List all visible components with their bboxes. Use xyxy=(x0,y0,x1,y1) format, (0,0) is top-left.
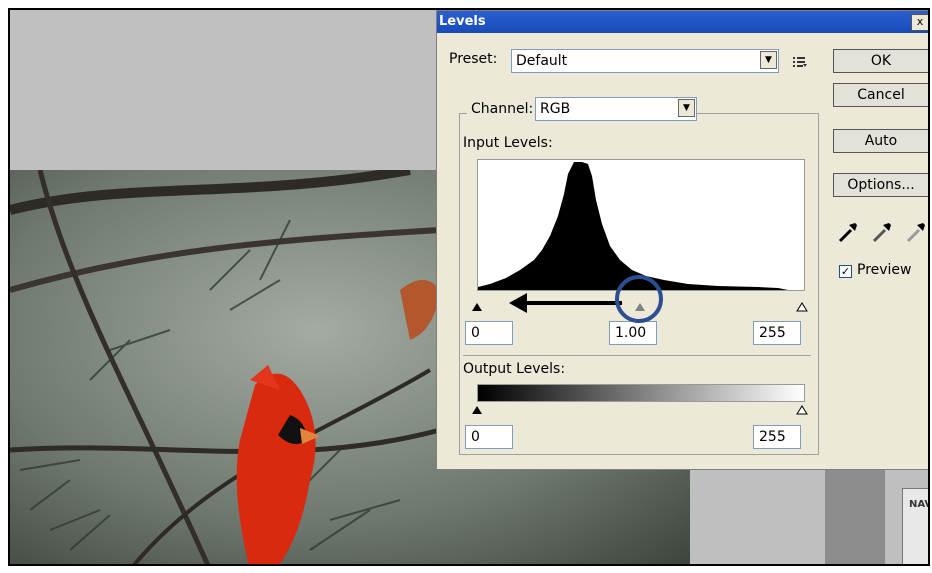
black-point-slider[interactable] xyxy=(472,303,482,311)
side-panel-background xyxy=(690,470,928,564)
output-white-slider[interactable] xyxy=(796,405,808,415)
output-slider-track[interactable] xyxy=(471,402,811,416)
preset-options-icon[interactable] xyxy=(792,55,808,69)
cancel-button[interactable]: Cancel xyxy=(833,83,928,107)
chevron-down-icon[interactable]: ▼ xyxy=(760,51,777,69)
channel-label: Channel: xyxy=(467,101,538,117)
options-button[interactable]: Options... xyxy=(833,173,928,197)
output-white-field[interactable]: 255 xyxy=(753,425,801,449)
gray-eyedropper-icon[interactable] xyxy=(872,223,891,243)
output-levels-label: Output Levels: xyxy=(463,361,566,377)
channel-value: RGB xyxy=(540,101,571,117)
auto-button[interactable]: Auto xyxy=(833,129,928,153)
white-eyedropper-icon[interactable] xyxy=(906,223,925,243)
navigator-panel[interactable]: NAV xyxy=(902,488,930,564)
input-levels-label: Input Levels: xyxy=(463,135,553,151)
panel-divider xyxy=(825,470,885,564)
separator xyxy=(463,355,811,356)
preset-select[interactable]: Default ▼ xyxy=(511,49,779,73)
output-black-slider[interactable] xyxy=(472,406,482,414)
channel-select[interactable]: RGB ▼ xyxy=(535,97,697,121)
black-eyedropper-icon[interactable] xyxy=(838,223,857,243)
navigator-label: NAV xyxy=(909,499,930,510)
dialog-titlebar[interactable]: Levels x xyxy=(437,11,928,33)
dialog-title: Levels xyxy=(439,14,486,29)
preview-label: Preview xyxy=(857,262,912,278)
annotation-overlay xyxy=(509,275,663,323)
eyedropper-tools xyxy=(838,223,925,243)
white-point-slider[interactable] xyxy=(796,302,808,312)
canvas-background xyxy=(10,10,442,170)
preset-label: Preset: xyxy=(449,51,498,67)
levels-dialog: Levels x Preset: Default ▼ Channel: RGB … xyxy=(436,10,928,470)
input-white-field[interactable]: 255 xyxy=(753,321,801,345)
preset-value: Default xyxy=(516,53,568,69)
ok-button[interactable]: OK xyxy=(833,49,928,73)
output-gradient xyxy=(477,384,805,402)
preview-checkbox[interactable]: ✓ xyxy=(839,265,852,278)
chevron-down-icon[interactable]: ▼ xyxy=(678,99,695,117)
close-icon[interactable]: x xyxy=(911,14,928,31)
input-black-field[interactable]: 0 xyxy=(465,321,513,345)
output-black-field[interactable]: 0 xyxy=(465,425,513,449)
input-histogram xyxy=(477,159,805,291)
screenshot-frame: NAV Levels x Preset: Default ▼ Channel: … xyxy=(8,8,930,566)
